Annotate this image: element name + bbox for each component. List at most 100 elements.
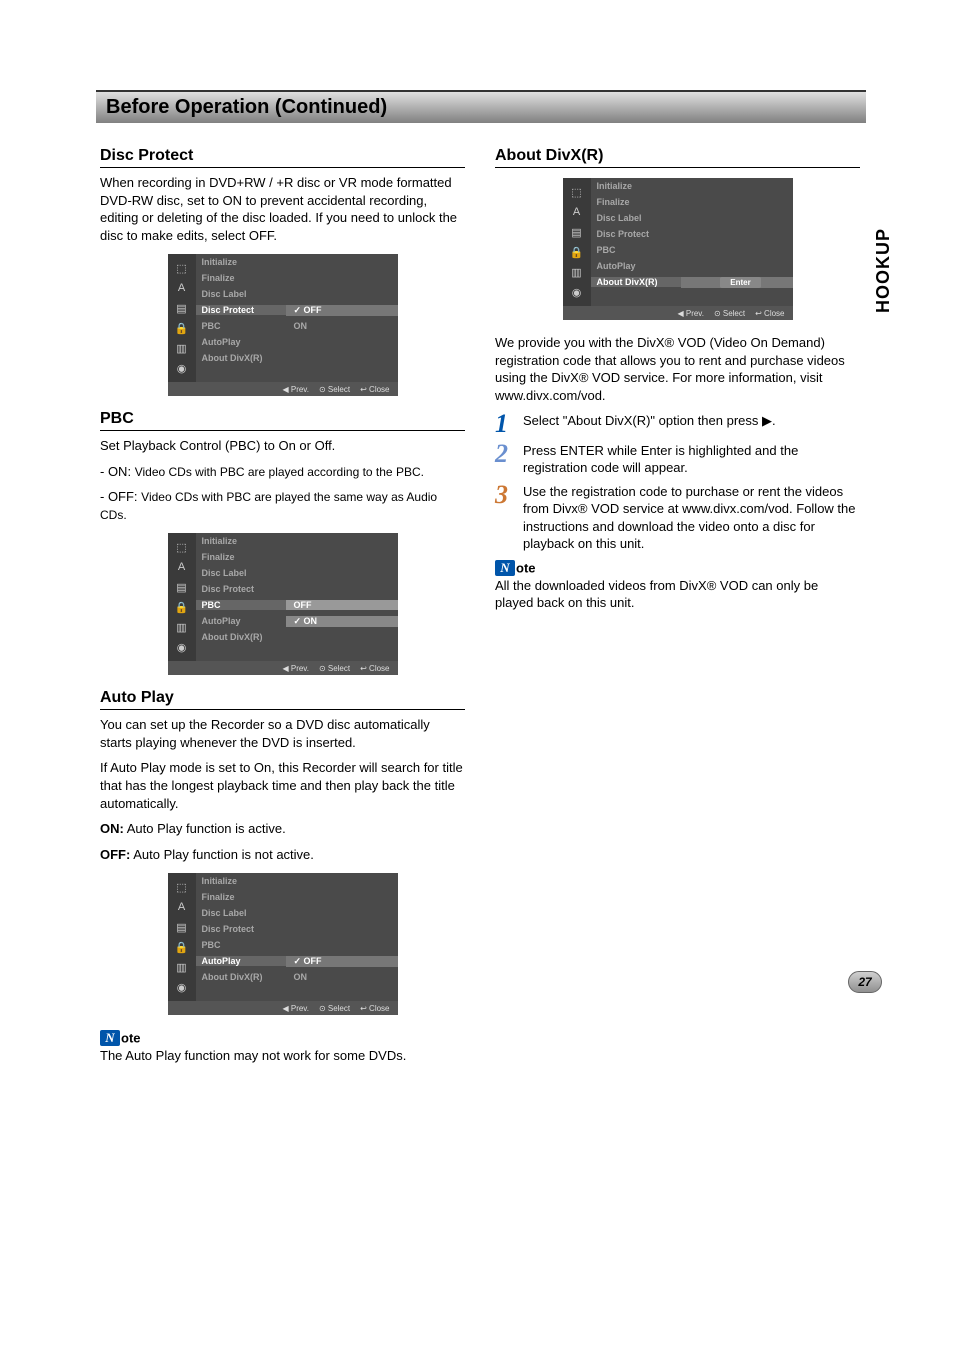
footer-select: ⊙ Select bbox=[319, 385, 350, 394]
autoplay-on-row: ON: Auto Play function is active. bbox=[100, 820, 465, 838]
step-2-text: Press ENTER while Enter is highlighted a… bbox=[523, 442, 860, 477]
disc-protect-body: When recording in DVD+RW / +R disc or VR… bbox=[100, 174, 465, 244]
menu-item: About DivX(R) bbox=[591, 277, 681, 287]
menu-item: Disc Protect bbox=[196, 305, 286, 315]
step-number-icon: 3 bbox=[495, 483, 517, 553]
section-title: Before Operation (Continued) bbox=[106, 96, 387, 118]
menu-item: PBC bbox=[196, 600, 286, 610]
film-icon: ▥ bbox=[174, 619, 190, 635]
menu-item: PBC bbox=[196, 940, 286, 950]
footer-close: ↩ Close bbox=[360, 1004, 389, 1013]
step-1-text: Select "About DivX(R)" option then press… bbox=[523, 412, 776, 435]
left-column: Disc Protect When recording in DVD+RW / … bbox=[100, 141, 465, 1073]
autoplay-off-text: Auto Play function is not active. bbox=[133, 847, 314, 862]
autoplay-heading: Auto Play bbox=[100, 689, 465, 710]
pbc-off-row: - OFF: Video CDs with PBC are played the… bbox=[100, 488, 465, 523]
pbc-on-row: - ON: Video CDs with PBC are played acco… bbox=[100, 463, 465, 481]
footer-select: ⊙ Select bbox=[714, 309, 745, 318]
pbc-off-text: Video CDs with PBC are played the same w… bbox=[100, 490, 437, 522]
note-icon: N bbox=[495, 560, 515, 576]
menu-item: Disc Protect bbox=[196, 584, 286, 594]
step-3: 3 Use the registration code to purchase … bbox=[495, 483, 860, 553]
divx-heading: About DivX(R) bbox=[495, 147, 860, 168]
menu-item: Finalize bbox=[196, 892, 286, 902]
list-icon: ▤ bbox=[174, 579, 190, 595]
letter-a-icon: A bbox=[174, 899, 190, 915]
menu-item: Initialize bbox=[196, 257, 286, 267]
section-title-bar: Before Operation (Continued) bbox=[96, 90, 866, 123]
menu-item: AutoPlay bbox=[196, 956, 286, 966]
step-number-icon: 2 bbox=[495, 442, 517, 477]
step-number-icon: 1 bbox=[495, 412, 517, 435]
divx-note: Note bbox=[495, 559, 860, 577]
step-3-text: Use the registration code to purchase or… bbox=[523, 483, 860, 553]
globe-icon: ◉ bbox=[569, 284, 585, 300]
lock-icon: 🔒 bbox=[569, 244, 585, 260]
footer-select: ⊙ Select bbox=[319, 1004, 350, 1013]
disc-icon: ⬚ bbox=[174, 539, 190, 555]
menu-item: Initialize bbox=[196, 536, 286, 546]
autoplay-on-label: ON: bbox=[100, 821, 124, 836]
lock-icon: 🔒 bbox=[174, 320, 190, 336]
footer-close: ↩ Close bbox=[360, 664, 389, 673]
menu-screenshot-autoplay: ⬚ A ▤ 🔒 ▥ ◉ Initialize Finalize Disc Lab… bbox=[168, 873, 398, 1015]
autoplay-off-label: OFF: bbox=[100, 847, 130, 862]
pbc-heading: PBC bbox=[100, 410, 465, 431]
menu-item: AutoPlay bbox=[591, 261, 681, 271]
autoplay-body2: If Auto Play mode is set to On, this Rec… bbox=[100, 759, 465, 812]
note-icon: N bbox=[100, 1030, 120, 1046]
lock-icon: 🔒 bbox=[174, 599, 190, 615]
film-icon: ▥ bbox=[569, 264, 585, 280]
menu-screenshot-disc-protect: ⬚ A ▤ 🔒 ▥ ◉ Initialize Finalize Disc Lab… bbox=[168, 254, 398, 396]
disc-protect-heading: Disc Protect bbox=[100, 147, 465, 168]
menu-value: OFF bbox=[286, 600, 398, 610]
menu-value: ON bbox=[286, 972, 398, 982]
step-2: 2 Press ENTER while Enter is highlighted… bbox=[495, 442, 860, 477]
pbc-intro: Set Playback Control (PBC) to On or Off. bbox=[100, 437, 465, 455]
globe-icon: ◉ bbox=[174, 360, 190, 376]
autoplay-note: Note bbox=[100, 1029, 465, 1047]
footer-prev: ◀ Prev. bbox=[282, 385, 308, 394]
footer-close: ↩ Close bbox=[755, 309, 784, 318]
disc-icon: ⬚ bbox=[569, 184, 585, 200]
footer-prev: ◀ Prev. bbox=[677, 309, 703, 318]
globe-icon: ◉ bbox=[174, 639, 190, 655]
letter-a-icon: A bbox=[174, 280, 190, 296]
autoplay-off-row: OFF: Auto Play function is not active. bbox=[100, 846, 465, 864]
menu-item: Finalize bbox=[196, 552, 286, 562]
menu-item: Disc Label bbox=[196, 568, 286, 578]
autoplay-note-body: The Auto Play function may not work for … bbox=[100, 1047, 465, 1065]
enter-button: Enter bbox=[720, 277, 760, 288]
footer-prev: ◀ Prev. bbox=[282, 1004, 308, 1013]
menu-item: Disc Label bbox=[196, 908, 286, 918]
footer-close: ↩ Close bbox=[360, 385, 389, 394]
lock-icon: 🔒 bbox=[174, 939, 190, 955]
menu-value: OFF bbox=[286, 956, 398, 967]
pbc-on-text: Video CDs with PBC are played according … bbox=[135, 465, 424, 479]
footer-prev: ◀ Prev. bbox=[282, 664, 308, 673]
page-number-badge: 27 bbox=[848, 971, 882, 993]
autoplay-body1: You can set up the Recorder so a DVD dis… bbox=[100, 716, 465, 751]
note-label: ote bbox=[516, 560, 536, 575]
divx-body: We provide you with the DivX® VOD (Video… bbox=[495, 334, 860, 404]
step-1: 1 Select "About DivX(R)" option then pre… bbox=[495, 412, 860, 435]
menu-item: Disc Protect bbox=[196, 924, 286, 934]
menu-item: Disc Protect bbox=[591, 229, 681, 239]
menu-item: Initialize bbox=[591, 181, 681, 191]
side-tab-hookup: HOOKUP bbox=[871, 220, 896, 321]
menu-item: PBC bbox=[591, 245, 681, 255]
menu-item: Disc Label bbox=[591, 213, 681, 223]
disc-icon: ⬚ bbox=[174, 879, 190, 895]
menu-item: About DivX(R) bbox=[196, 632, 286, 642]
film-icon: ▥ bbox=[174, 959, 190, 975]
menu-value: ON bbox=[286, 616, 398, 627]
menu-item: About DivX(R) bbox=[196, 353, 286, 363]
list-icon: ▤ bbox=[174, 300, 190, 316]
menu-item: AutoPlay bbox=[196, 616, 286, 626]
globe-icon: ◉ bbox=[174, 979, 190, 995]
menu-item: Finalize bbox=[196, 273, 286, 283]
menu-item: Disc Label bbox=[196, 289, 286, 299]
menu-value: OFF bbox=[286, 305, 398, 316]
menu-item: Initialize bbox=[196, 876, 286, 886]
footer-select: ⊙ Select bbox=[319, 664, 350, 673]
